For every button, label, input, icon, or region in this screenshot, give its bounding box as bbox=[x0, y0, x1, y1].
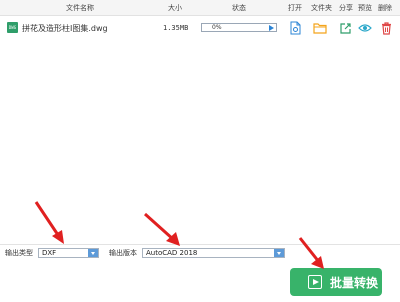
chevron-down-icon[interactable] bbox=[88, 249, 98, 257]
file-list-header: 文件名称 大小 状态 打开 文件夹 分享 预览 删除 bbox=[0, 0, 400, 16]
progress-bar: 0% bbox=[201, 23, 277, 32]
annotation-arrow-type bbox=[34, 201, 64, 244]
trash-icon[interactable] bbox=[380, 21, 393, 35]
header-delete: 删除 bbox=[378, 4, 392, 12]
file-open-icon[interactable] bbox=[289, 21, 302, 35]
file-name: 拼花及造形柱I图集.dwg bbox=[22, 24, 108, 33]
output-type-select[interactable]: DXF bbox=[38, 248, 99, 258]
output-version-value: AutoCAD 2018 bbox=[146, 249, 198, 257]
annotation-arrow-convert bbox=[298, 237, 324, 269]
output-type-label: 输出类型 bbox=[5, 249, 33, 257]
file-row[interactable]: DWG 拼花及造形柱I图集.dwg 1.35MB 0% bbox=[0, 17, 400, 39]
header-size: 大小 bbox=[168, 4, 182, 12]
folder-icon[interactable] bbox=[313, 21, 327, 35]
header-preview: 预览 bbox=[358, 4, 372, 12]
output-type-value: DXF bbox=[42, 249, 57, 257]
progress-text: 0% bbox=[212, 24, 222, 31]
batch-convert-label: 批量转换 bbox=[330, 276, 379, 290]
header-status: 状态 bbox=[232, 4, 246, 12]
chevron-down-icon[interactable] bbox=[274, 249, 284, 257]
header-share: 分享 bbox=[339, 4, 353, 12]
convert-play-icon bbox=[308, 275, 322, 289]
header-open: 打开 bbox=[288, 4, 302, 12]
dwg-file-icon: DWG bbox=[7, 22, 18, 33]
share-icon[interactable] bbox=[339, 21, 352, 35]
header-filename: 文件名称 bbox=[66, 4, 94, 12]
header-folder: 文件夹 bbox=[311, 4, 332, 12]
annotation-arrow-version bbox=[143, 212, 180, 246]
eye-icon[interactable] bbox=[358, 21, 372, 35]
file-size: 1.35MB bbox=[163, 24, 189, 32]
play-icon[interactable] bbox=[269, 25, 274, 31]
output-version-label: 输出版本 bbox=[109, 249, 137, 257]
